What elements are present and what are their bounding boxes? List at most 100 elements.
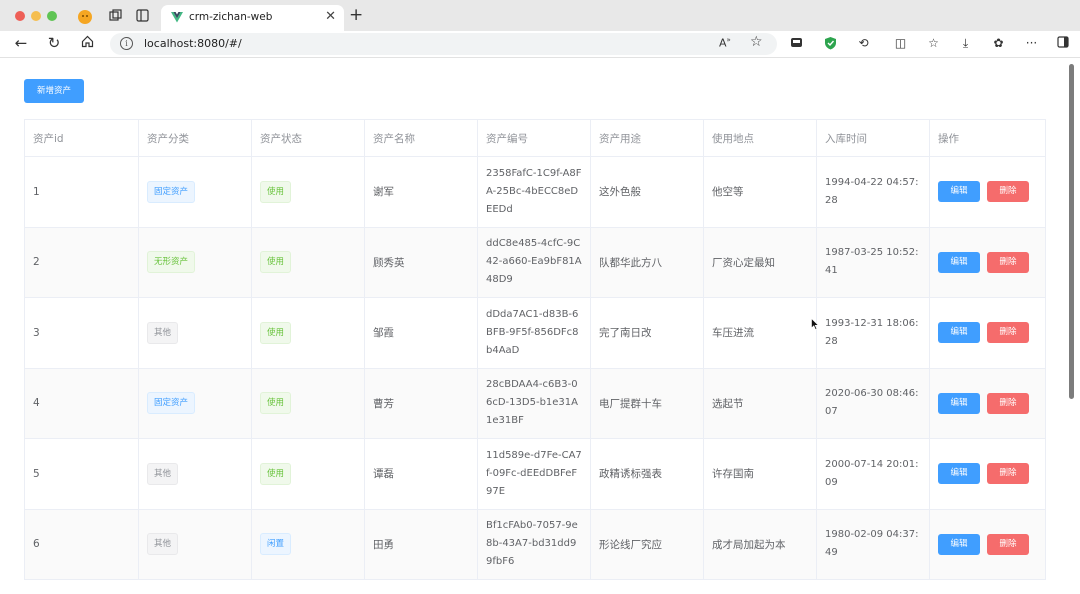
- table-header-row: 资产id 资产分类 资产状态 资产名称 资产编号 资产用途 使用地点 入库时间 …: [24, 119, 1046, 157]
- delete-button[interactable]: 删除: [987, 463, 1029, 485]
- delete-button[interactable]: 删除: [987, 322, 1029, 344]
- asset-date-cell: 1994-04-22 04:57:28: [816, 156, 930, 228]
- favorites-bar-icon[interactable]: ☆: [926, 36, 941, 51]
- asset-purpose-cell: 形论线厂究应: [590, 508, 704, 580]
- asset-purpose-cell: 这外色般: [590, 156, 704, 228]
- asset-table: 资产id 资产分类 资产状态 资产名称 资产编号 资产用途 使用地点 入库时间 …: [24, 119, 1046, 580]
- favorite-icon[interactable]: ☆: [750, 34, 763, 50]
- status-tag: 闲置: [260, 533, 292, 556]
- column-header: 资产编号: [477, 119, 591, 157]
- read-aloud-icon[interactable]: A»: [719, 36, 731, 50]
- profile-avatar-icon[interactable]: [77, 9, 92, 24]
- edit-button[interactable]: 编辑: [938, 181, 980, 203]
- asset-status-cell: 闲置: [251, 508, 365, 580]
- asset-location-cell: 他空等: [703, 156, 817, 228]
- tab-title: crm-zichan-web: [189, 11, 273, 23]
- tab-actions-icon[interactable]: [135, 9, 149, 23]
- category-tag: 无形资产: [147, 251, 196, 274]
- edit-button[interactable]: 编辑: [938, 251, 980, 273]
- browser-tab[interactable]: crm-zichan-web ✕: [161, 5, 344, 31]
- actions-cell: 编辑 删除: [929, 226, 1046, 298]
- asset-date-cell: 2020-06-30 08:46:07: [816, 367, 930, 439]
- asset-status-cell: 使用: [251, 156, 365, 228]
- edit-button[interactable]: 编辑: [938, 322, 980, 344]
- asset-status-cell: 使用: [251, 297, 365, 369]
- column-header: 资产状态: [251, 119, 365, 157]
- asset-purpose-cell: 队都华此方八: [590, 226, 704, 298]
- asset-location-cell: 厂资心定最知: [703, 226, 817, 298]
- split-screen-icon[interactable]: ◫: [893, 36, 908, 51]
- shield-extension-icon[interactable]: [823, 36, 838, 51]
- status-tag: 使用: [260, 392, 292, 415]
- column-header: 资产id: [24, 119, 139, 157]
- home-icon[interactable]: [78, 34, 96, 52]
- more-icon[interactable]: ···: [1024, 36, 1039, 51]
- asset-id-cell: 5: [24, 438, 139, 510]
- category-tag: 其他: [147, 533, 179, 556]
- asset-date-cell: 1980-02-09 04:37:49: [816, 508, 930, 580]
- column-header: 入库时间: [816, 119, 930, 157]
- status-tag: 使用: [260, 251, 292, 274]
- browser-toolbar: ← ↻ i localhost:8080/#/ A» ☆ ⟲ ◫ ☆ ⤓ ✿ ·…: [0, 31, 1080, 58]
- asset-code-cell: Bf1cFAb0-7057-9e8b-43A7-bd31dd99fbF6: [477, 508, 591, 580]
- table-row: 5 其他 使用 谭磊 11d589e-d7Fe-CA7f-09Fc-dEEdDBFeF9…: [24, 438, 1046, 510]
- add-asset-button[interactable]: 新增资产: [24, 79, 84, 103]
- browser-essentials-icon[interactable]: ⟲: [856, 36, 871, 51]
- actions-cell: 编辑 删除: [929, 367, 1046, 439]
- site-info-icon[interactable]: i: [120, 37, 133, 50]
- category-tag: 固定资产: [147, 180, 196, 203]
- asset-category-cell: 无形资产: [138, 226, 252, 298]
- new-tab-icon[interactable]: +: [349, 6, 363, 24]
- delete-button[interactable]: 删除: [987, 392, 1029, 414]
- table-row: 1 固定资产 使用 谢军 2358FafC-1C9f-A8FA-25Bc-4bECC8e…: [24, 156, 1046, 228]
- asset-category-cell: 其他: [138, 508, 252, 580]
- minimize-window-button[interactable]: [31, 11, 41, 21]
- asset-status-cell: 使用: [251, 226, 365, 298]
- mouse-cursor-icon: [811, 318, 819, 330]
- browser-tab-bar: crm-zichan-web ✕ +: [0, 0, 1080, 31]
- asset-date-cell: 1993-12-31 18:06:28: [816, 297, 930, 369]
- refresh-icon[interactable]: ↻: [45, 34, 63, 52]
- asset-name-cell: 谭磊: [364, 438, 478, 510]
- edit-button[interactable]: 编辑: [938, 392, 980, 414]
- actions-cell: 编辑 删除: [929, 438, 1046, 510]
- table-row: 6 其他 闲置 田勇 Bf1cFAb0-7057-9e8b-43A7-bd31dd99f…: [24, 508, 1046, 580]
- column-header: 资产分类: [138, 119, 252, 157]
- asset-name-cell: 邹霞: [364, 297, 478, 369]
- actions-cell: 编辑 删除: [929, 297, 1046, 369]
- asset-id-cell: 3: [24, 297, 139, 369]
- asset-purpose-cell: 电厂提群十车: [590, 367, 704, 439]
- sidebar-toggle-icon[interactable]: [1055, 36, 1070, 51]
- asset-location-cell: 许存国南: [703, 438, 817, 510]
- workspaces-icon[interactable]: [108, 9, 122, 23]
- delete-button[interactable]: 删除: [987, 181, 1029, 203]
- table-row: 4 固定资产 使用 曹芳 28cBDAA4-c6B3-06cD-13D5-b1e31A1…: [24, 367, 1046, 439]
- asset-name-cell: 谢军: [364, 156, 478, 228]
- page-scrollbar-thumb[interactable]: [1069, 64, 1074, 399]
- delete-button[interactable]: 删除: [987, 533, 1029, 555]
- asset-id-cell: 6: [24, 508, 139, 580]
- asset-id-cell: 4: [24, 367, 139, 439]
- column-header: 操作: [929, 119, 1046, 157]
- back-icon[interactable]: ←: [12, 34, 30, 52]
- tab-close-icon[interactable]: ✕: [325, 9, 336, 24]
- vue-favicon-icon: [171, 12, 183, 23]
- edit-button[interactable]: 编辑: [938, 533, 980, 555]
- status-tag: 使用: [260, 321, 292, 344]
- downloads-icon[interactable]: ⤓: [958, 36, 973, 51]
- asset-name-cell: 曹芳: [364, 367, 478, 439]
- address-url[interactable]: localhost:8080/#/: [144, 37, 242, 50]
- edit-button[interactable]: 编辑: [938, 463, 980, 485]
- delete-button[interactable]: 删除: [987, 251, 1029, 273]
- address-bar[interactable]: i localhost:8080/#/ A» ☆: [110, 33, 777, 55]
- asset-location-cell: 车压进流: [703, 297, 817, 369]
- asset-date-cell: 1987-03-25 10:52:41: [816, 226, 930, 298]
- close-window-button[interactable]: [15, 11, 25, 21]
- extension-icon[interactable]: [789, 36, 804, 51]
- table-row: 2 无形资产 使用 顾秀英 ddC8e485-4cfC-9C42-a660-Ea9bF8…: [24, 226, 1046, 298]
- copilot-icon[interactable]: ✿: [991, 36, 1006, 51]
- category-tag: 固定资产: [147, 392, 196, 415]
- asset-id-cell: 2: [24, 226, 139, 298]
- page-content: 新增资产 资产id 资产分类 资产状态 资产名称 资产编号 资产用途 使用地点 …: [4, 59, 1066, 594]
- maximize-window-button[interactable]: [47, 11, 57, 21]
